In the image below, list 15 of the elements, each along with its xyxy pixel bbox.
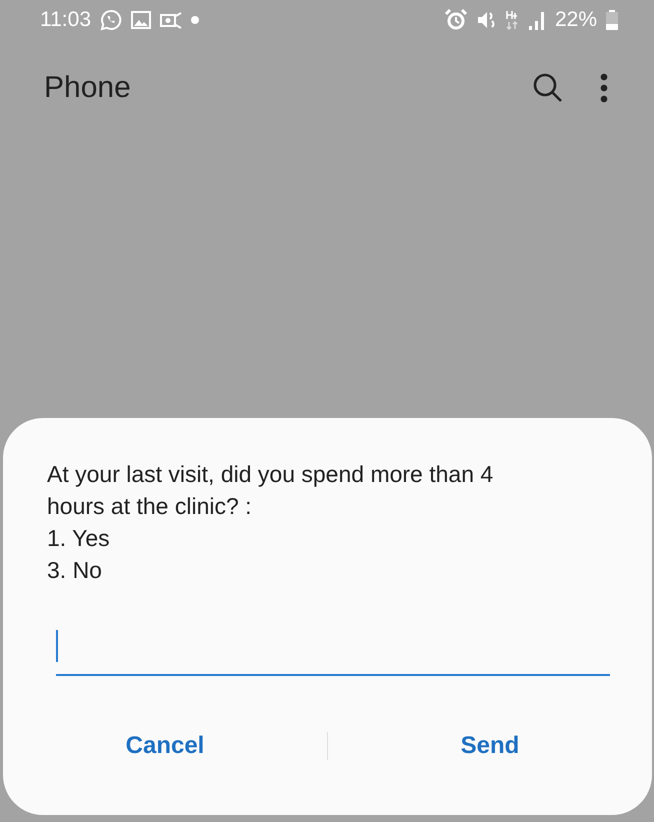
alarm-icon: [444, 9, 467, 31]
battery-percentage: 22%: [554, 8, 597, 32]
signal-icon: [528, 10, 546, 30]
dot-icon: [191, 16, 199, 24]
image-icon: [131, 11, 151, 29]
clock-time: 11:03: [40, 8, 91, 32]
search-icon: [532, 72, 564, 104]
dialog-message: At your last visit, did you spend more than 4 hours at the clinic? : 1. Yes 3. No: [47, 460, 494, 585]
chat-bubble-icon: [100, 9, 122, 31]
more-options-icon: [600, 73, 608, 103]
dialog-button[interactable]: Send: [328, 724, 652, 768]
battery-icon: [606, 10, 618, 30]
app-title: Phone: [44, 71, 132, 105]
dialog-button[interactable]: Cancel: [3, 724, 327, 768]
network-type-icon: [504, 9, 519, 31]
